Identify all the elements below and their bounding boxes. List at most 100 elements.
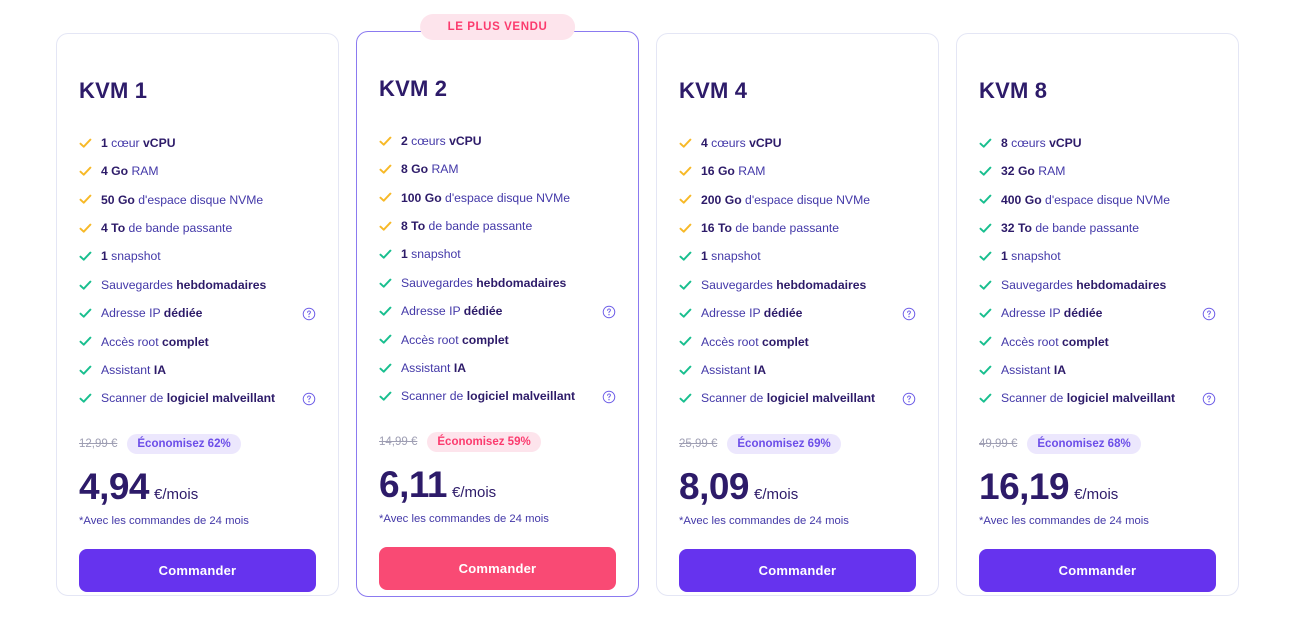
feature-label: 32 To de bande passante bbox=[1001, 221, 1140, 236]
check-icon bbox=[379, 163, 392, 176]
feature-label: Adresse IP dédiée bbox=[701, 306, 803, 321]
best-seller-badge: LE PLUS VENDU bbox=[419, 14, 576, 40]
check-icon bbox=[679, 137, 692, 150]
feature-label: 1 snapshot bbox=[1001, 249, 1061, 264]
current-price: 6,11 €/mois bbox=[379, 466, 616, 503]
feature-item: Assistant IA bbox=[679, 356, 916, 384]
feature-label: 16 Go RAM bbox=[701, 164, 766, 179]
feature-item: 16 To de bande passante bbox=[679, 214, 916, 242]
check-icon bbox=[79, 222, 92, 235]
plan-title: KVM 4 bbox=[679, 78, 748, 103]
feature-label: Scanner de logiciel malveillant bbox=[1001, 391, 1176, 406]
plan-card-kvm-8: KVM 8 8 cœurs vCPU 32 Go RAM 400 Go d'espac… bbox=[956, 33, 1239, 596]
feature-label: 1 snapshot bbox=[401, 247, 461, 262]
check-icon bbox=[79, 335, 92, 348]
feature-label: 50 Go d'espace disque NVMe bbox=[101, 192, 264, 207]
check-icon bbox=[79, 250, 92, 263]
feature-item: Sauvegardes hebdomadaires bbox=[679, 271, 916, 299]
discount-row: 12,99 € Économisez 62% bbox=[79, 433, 316, 454]
feature-label: Sauvegardes hebdomadaires bbox=[101, 277, 267, 292]
feature-item: 8 Go RAM bbox=[379, 155, 616, 183]
check-icon bbox=[379, 220, 392, 233]
price-note: *Avec les commandes de 24 mois bbox=[379, 512, 549, 525]
feature-item: Accès root complet bbox=[379, 326, 616, 354]
check-icon bbox=[979, 364, 992, 377]
check-icon bbox=[79, 392, 92, 405]
check-icon bbox=[79, 165, 92, 178]
discount-row: 49,99 € Économisez 68% bbox=[979, 433, 1216, 454]
help-circle-icon[interactable] bbox=[302, 307, 316, 321]
help-circle-icon[interactable] bbox=[1202, 307, 1216, 321]
order-button[interactable]: Commander bbox=[679, 548, 916, 592]
help-circle-icon[interactable] bbox=[602, 305, 616, 319]
order-button[interactable]: Commander bbox=[979, 548, 1216, 592]
feature-item: 8 To de bande passante bbox=[379, 212, 616, 240]
help-circle-icon[interactable] bbox=[302, 392, 316, 406]
check-icon bbox=[979, 335, 992, 348]
feature-item: Assistant IA bbox=[379, 354, 616, 382]
check-icon bbox=[679, 364, 692, 377]
original-price: 14,99 € bbox=[379, 435, 418, 448]
help-circle-icon[interactable] bbox=[602, 390, 616, 404]
order-button[interactable]: Commander bbox=[379, 546, 616, 590]
check-icon bbox=[79, 137, 92, 150]
feature-label: 100 Go d'espace disque NVMe bbox=[401, 190, 570, 205]
check-icon bbox=[79, 193, 92, 206]
original-price: 25,99 € bbox=[679, 437, 718, 450]
feature-item: 4 Go RAM bbox=[79, 157, 316, 185]
savings-badge: Économisez 59% bbox=[427, 431, 541, 452]
feature-item: 4 cœurs vCPU bbox=[679, 129, 916, 157]
price-unit: €/mois bbox=[754, 485, 799, 503]
plan-card-kvm-1: KVM 1 1 cœur vCPU 4 Go RAM 50 Go d'espace d… bbox=[56, 33, 339, 596]
savings-badge: Économisez 62% bbox=[127, 433, 241, 454]
help-circle-icon[interactable] bbox=[902, 307, 916, 321]
savings-badge: Économisez 68% bbox=[1027, 433, 1141, 454]
check-icon bbox=[679, 307, 692, 320]
price-unit: €/mois bbox=[1074, 485, 1119, 503]
plan-title: KVM 8 bbox=[979, 78, 1048, 103]
help-circle-icon[interactable] bbox=[902, 392, 916, 406]
feature-label: 2 cœurs vCPU bbox=[401, 133, 482, 148]
check-icon bbox=[979, 137, 992, 150]
feature-label: Assistant IA bbox=[101, 363, 167, 377]
order-button[interactable]: Commander bbox=[79, 548, 316, 592]
feature-label: Accès root complet bbox=[101, 334, 209, 349]
help-circle-icon[interactable] bbox=[1202, 392, 1216, 406]
feature-label: 1 snapshot bbox=[101, 249, 161, 264]
feature-item: 100 Go d'espace disque NVMe bbox=[379, 184, 616, 212]
feature-label: Sauvegardes hebdomadaires bbox=[1001, 277, 1167, 292]
check-icon bbox=[379, 333, 392, 346]
check-icon bbox=[79, 307, 92, 320]
feature-label: Assistant IA bbox=[701, 363, 767, 377]
check-icon bbox=[379, 277, 392, 290]
feature-item: Adresse IP dédiée bbox=[679, 299, 916, 327]
feature-item: 1 snapshot bbox=[979, 243, 1216, 271]
feature-item: Sauvegardes hebdomadaires bbox=[379, 269, 616, 297]
check-icon bbox=[679, 165, 692, 178]
check-icon bbox=[979, 222, 992, 235]
feature-item: 32 Go RAM bbox=[979, 157, 1216, 185]
feature-item: Sauvegardes hebdomadaires bbox=[79, 271, 316, 299]
check-icon bbox=[379, 191, 392, 204]
feature-label: 4 Go RAM bbox=[101, 164, 159, 179]
feature-label: Sauvegardes hebdomadaires bbox=[701, 277, 867, 292]
feature-item: Assistant IA bbox=[79, 356, 316, 384]
feature-item: 1 snapshot bbox=[379, 241, 616, 269]
feature-item: Scanner de logiciel malveillant bbox=[979, 385, 1216, 413]
check-icon bbox=[679, 335, 692, 348]
price-note: *Avec les commandes de 24 mois bbox=[79, 514, 249, 527]
feature-label: Accès root complet bbox=[1001, 334, 1109, 349]
feature-item: Scanner de logiciel malveillant bbox=[379, 383, 616, 411]
pricing-plans-grid: KVM 1 1 cœur vCPU 4 Go RAM 50 Go d'espace d… bbox=[0, 0, 1300, 622]
feature-item: Assistant IA bbox=[979, 356, 1216, 384]
check-icon bbox=[979, 392, 992, 405]
feature-item: Scanner de logiciel malveillant bbox=[79, 385, 316, 413]
check-icon bbox=[379, 362, 392, 375]
price-note: *Avec les commandes de 24 mois bbox=[679, 514, 849, 527]
price-amount: 4,94 bbox=[79, 465, 150, 507]
discount-row: 25,99 € Économisez 69% bbox=[679, 433, 916, 454]
feature-list: 2 cœurs vCPU 8 Go RAM 100 Go d'espace disq… bbox=[379, 127, 616, 411]
feature-label: Assistant IA bbox=[1001, 363, 1067, 377]
feature-item: 16 Go RAM bbox=[679, 157, 916, 185]
feature-item: 200 Go d'espace disque NVMe bbox=[679, 186, 916, 214]
